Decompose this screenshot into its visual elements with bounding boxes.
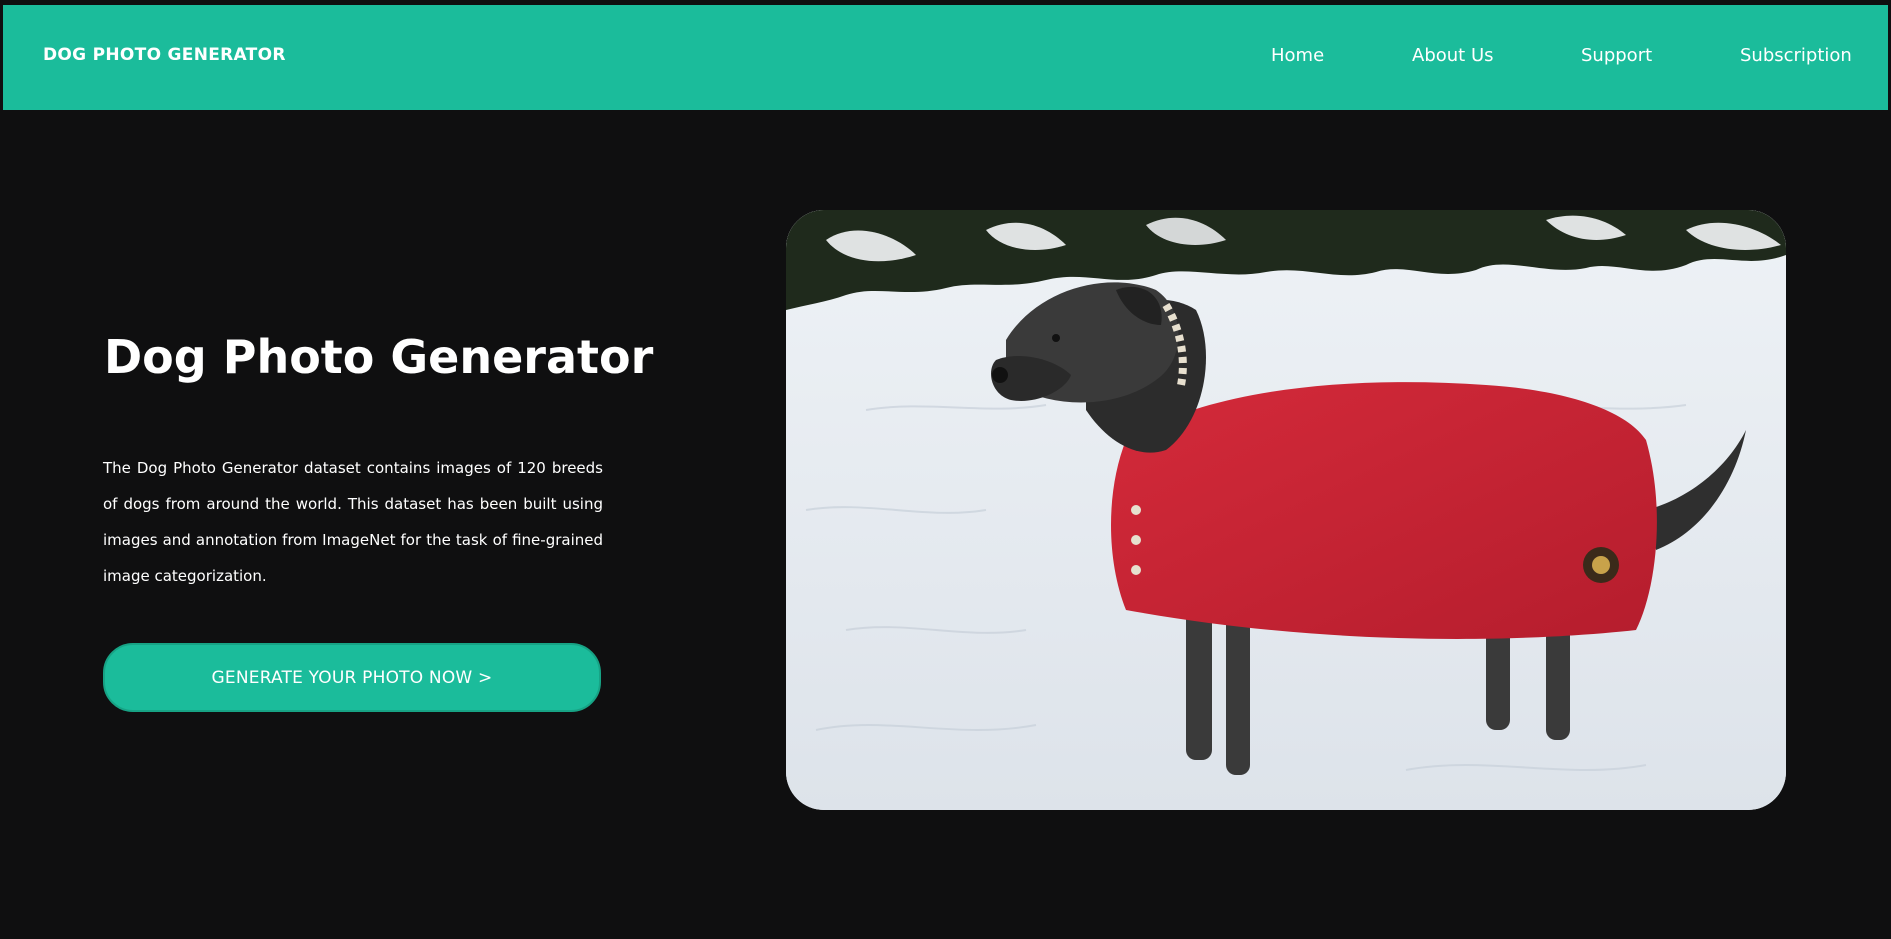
- brand-logo-link[interactable]: DOG PHOTO GENERATOR: [43, 45, 286, 65]
- hero-description: The Dog Photo Generator dataset contains…: [103, 459, 603, 585]
- nav-link-subscription[interactable]: Subscription: [1740, 45, 1852, 66]
- nav-link-about-us[interactable]: About Us: [1412, 45, 1494, 66]
- hero-title: Dog Photo Generator: [104, 330, 654, 384]
- hero-dog-image: [786, 210, 1786, 810]
- dog-photo-illustration: [786, 210, 1786, 810]
- nav-link-home[interactable]: Home: [1271, 45, 1324, 66]
- landing-page: DOG PHOTO GENERATOR Home About Us Suppor…: [0, 0, 1891, 939]
- nav-link-support[interactable]: Support: [1581, 45, 1652, 66]
- generate-photo-button[interactable]: GENERATE YOUR PHOTO NOW >: [103, 643, 601, 712]
- top-navbar: DOG PHOTO GENERATOR Home About Us Suppor…: [3, 5, 1888, 110]
